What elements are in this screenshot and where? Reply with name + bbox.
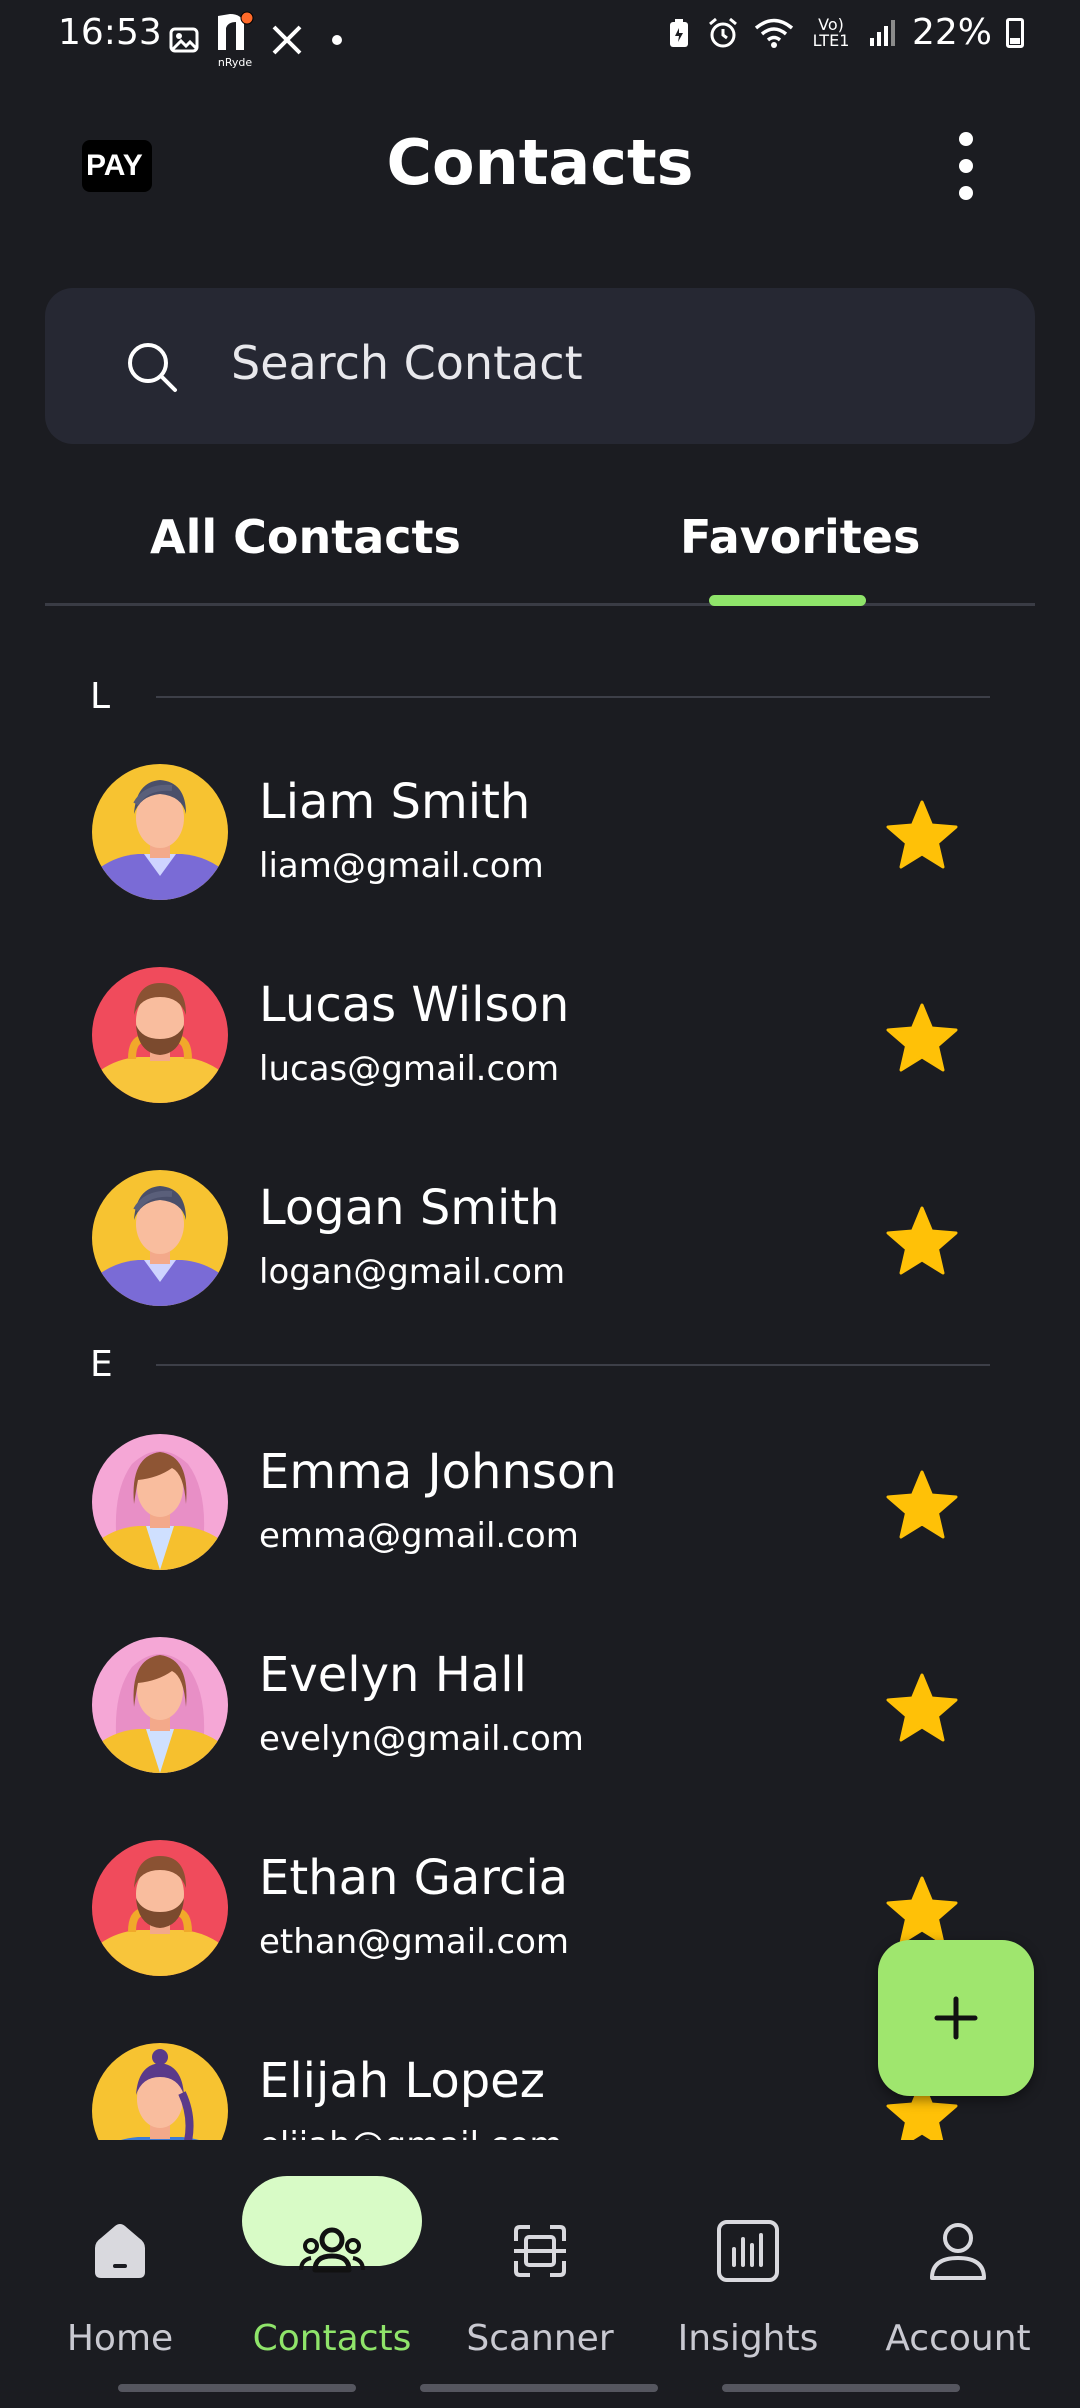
- active-tab-indicator: [709, 595, 866, 606]
- contact-email: emma@gmail.com: [259, 1516, 579, 1556]
- gallery-icon: [169, 27, 199, 53]
- contact-email: lucas@gmail.com: [259, 1049, 560, 1089]
- section-letter: E: [90, 1344, 113, 1385]
- section-divider: [156, 1364, 990, 1366]
- network-type: Vo) LTE1: [812, 14, 850, 50]
- system-icons: Vo) LTE1 22%: [666, 12, 1024, 53]
- contacts-list[interactable]: Liam Smith liam@gmail.com Lucas Wilson l…: [0, 710, 1080, 2140]
- ponytail-avatar-icon: [92, 2043, 228, 2140]
- star-icon[interactable]: [884, 1671, 960, 1747]
- page-title: Contacts: [386, 126, 694, 199]
- star-icon[interactable]: [884, 1001, 960, 1077]
- wifi-icon: [754, 18, 794, 48]
- list-item[interactable]: Logan Smith logan@gmail.com: [0, 1140, 1080, 1320]
- more-options-button[interactable]: [948, 132, 984, 200]
- contact-email: elijah@gmail.com: [259, 2125, 563, 2140]
- nav-label: Insights: [677, 2318, 819, 2359]
- dot-icon: [332, 35, 342, 45]
- account-icon: [923, 2216, 993, 2286]
- battery-saver-icon: [669, 18, 688, 47]
- nav-label: Home: [66, 2318, 174, 2359]
- nav-insights[interactable]: Insights: [648, 2180, 848, 2370]
- nryde-icon: nRyde: [218, 11, 254, 69]
- contact-email: logan@gmail.com: [259, 1252, 566, 1292]
- contact-name: Lucas Wilson: [259, 977, 570, 1033]
- bottom-navigation: Home Contacts Scanner Insights Account: [0, 2140, 1080, 2408]
- x-icon: [272, 25, 302, 55]
- list-item[interactable]: Lucas Wilson lucas@gmail.com: [0, 937, 1080, 1117]
- nav-account[interactable]: Account: [858, 2180, 1058, 2370]
- bearded-male-avatar-icon: [92, 1840, 228, 1976]
- list-item[interactable]: Emma Johnson emma@gmail.com: [0, 1404, 1080, 1584]
- list-item[interactable]: Liam Smith liam@gmail.com: [0, 734, 1080, 914]
- battery-icon: [1006, 17, 1024, 48]
- nryde-label: nRyde: [218, 56, 253, 69]
- alarm-icon: [709, 17, 737, 47]
- list-item[interactable]: Evelyn Hall evelyn@gmail.com: [0, 1607, 1080, 1787]
- tab-favorites[interactable]: Favorites: [680, 510, 920, 564]
- nav-contacts[interactable]: Contacts: [232, 2180, 432, 2370]
- male-avatar-icon: [92, 1170, 228, 1306]
- male-avatar-icon: [92, 764, 228, 900]
- female-avatar-icon: [92, 1637, 228, 1773]
- home-icon: [85, 2216, 155, 2286]
- section-divider: [156, 696, 990, 698]
- insights-chart-icon: [713, 2216, 783, 2286]
- search-input[interactable]: Search Contact: [231, 336, 583, 390]
- contact-name: Emma Johnson: [259, 1444, 617, 1500]
- nav-scanner[interactable]: Scanner: [440, 2180, 640, 2370]
- contact-name: Elijah Lopez: [259, 2053, 545, 2109]
- star-icon[interactable]: [884, 1204, 960, 1280]
- contact-name: Evelyn Hall: [259, 1647, 527, 1703]
- nav-label: Scanner: [466, 2318, 614, 2359]
- notification-icons: nRyde: [168, 10, 342, 70]
- nav-label: Account: [885, 2318, 1031, 2359]
- contact-name: Liam Smith: [259, 774, 531, 830]
- search-bar[interactable]: Search Contact: [45, 288, 1035, 444]
- gesture-bar: [722, 2384, 960, 2392]
- battery-percent: 22%: [911, 12, 992, 53]
- nav-label: Contacts: [252, 2318, 412, 2359]
- gesture-bar: [118, 2384, 356, 2392]
- star-icon[interactable]: [884, 798, 960, 874]
- status-time: 16:53: [58, 12, 162, 53]
- nav-home[interactable]: Home: [20, 2180, 220, 2370]
- more-vertical-icon: [959, 132, 973, 146]
- scanner-icon: [505, 2216, 575, 2286]
- contact-email: ethan@gmail.com: [259, 1922, 570, 1962]
- add-contact-button[interactable]: [878, 1940, 1034, 2096]
- contact-name: Ethan Garcia: [259, 1850, 569, 1906]
- signal-icon: [869, 19, 895, 46]
- tab-all-contacts[interactable]: All Contacts: [150, 510, 461, 564]
- star-icon[interactable]: [884, 1874, 960, 1950]
- contact-email: evelyn@gmail.com: [259, 1719, 584, 1759]
- female-avatar-icon: [92, 1434, 228, 1570]
- contact-email: liam@gmail.com: [259, 846, 544, 886]
- plus-icon: [934, 1996, 978, 2040]
- contacts-group-icon: [297, 2216, 367, 2286]
- gesture-bar: [420, 2384, 658, 2392]
- status-bar: 16:53 nRyde Vo) LTE1 22%: [0, 0, 1080, 70]
- search-icon: [128, 343, 177, 392]
- bearded-male-avatar-icon: [92, 967, 228, 1103]
- contact-name: Logan Smith: [259, 1180, 560, 1236]
- star-icon[interactable]: [884, 1468, 960, 1544]
- tabs-divider: [45, 603, 1035, 606]
